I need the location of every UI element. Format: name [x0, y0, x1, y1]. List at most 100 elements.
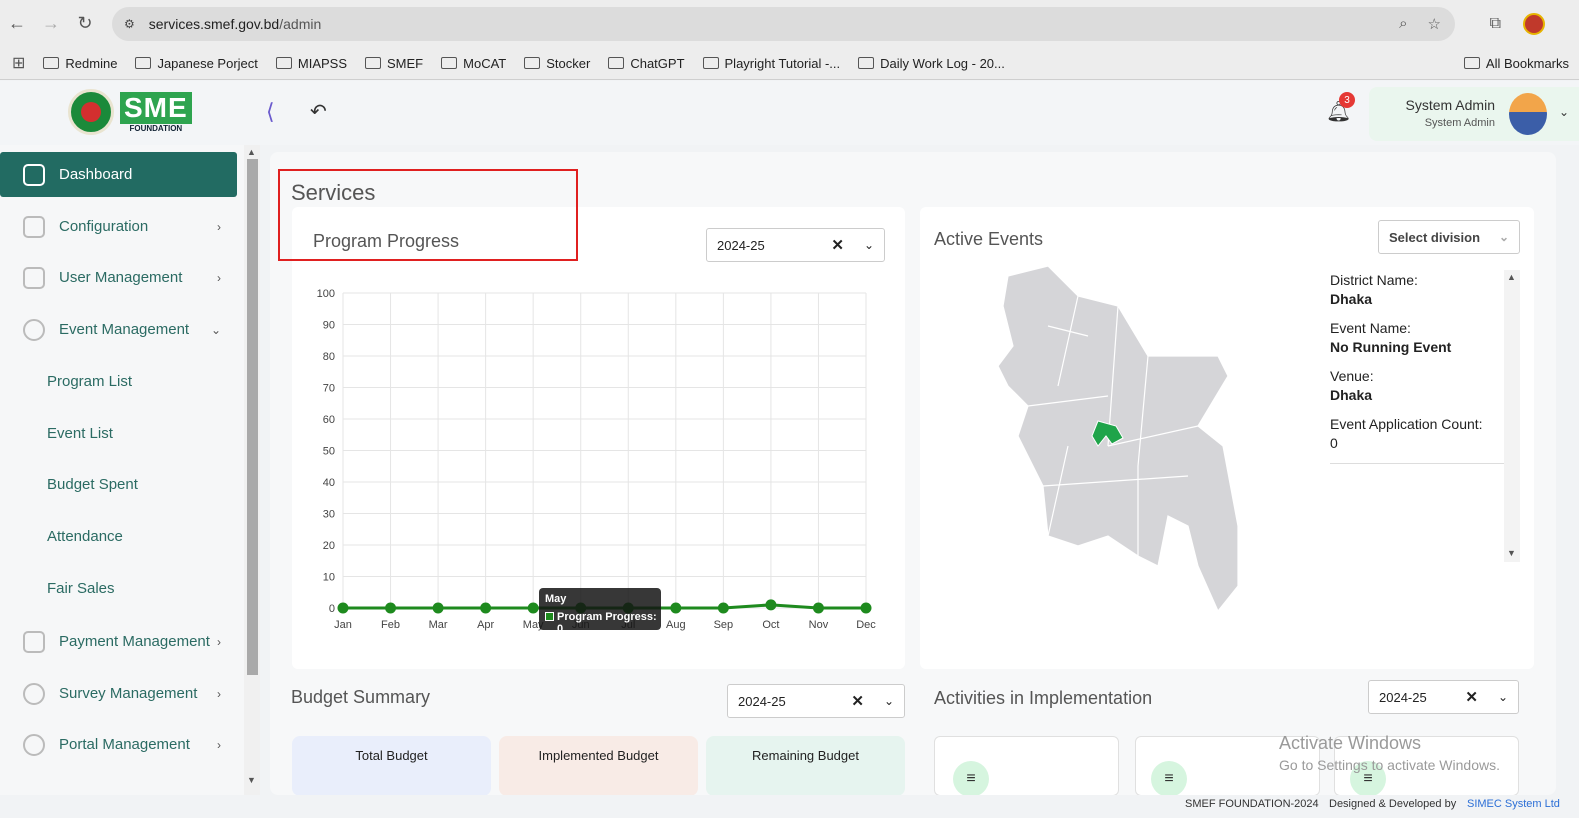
x-tick-label: Jan: [334, 619, 352, 631]
implemented-budget-card: Implemented Budget: [499, 736, 698, 796]
y-tick-label: 10: [323, 572, 335, 584]
scroll-up-icon[interactable]: ▲: [247, 147, 256, 157]
data-point: [385, 602, 397, 614]
chevron-down-icon[interactable]: ⌄: [1498, 690, 1508, 704]
clear-icon[interactable]: ✕: [831, 236, 844, 254]
footer-copyright: SMEF FOUNDATION-2024: [1185, 798, 1319, 810]
windows-watermark-text: Go to Settings to activate Windows.: [1279, 757, 1500, 773]
sidebar-subitem-event-list[interactable]: Event List: [47, 425, 113, 442]
footer-designed-by: Designed & Developed by: [1329, 798, 1457, 810]
sidebar-scrollbar[interactable]: ▲ ▼: [244, 145, 260, 795]
chevron-down-icon[interactable]: ⌄: [1499, 230, 1509, 244]
govt-seal-icon: [68, 89, 114, 135]
scroll-down-icon[interactable]: ▼: [247, 775, 256, 785]
footer-company-link[interactable]: SIMEC System Ltd: [1467, 798, 1560, 810]
sidebar-item-user-management[interactable]: User Management ›: [0, 255, 237, 300]
sidebar-item-portal-management[interactable]: Portal Management ›: [0, 722, 237, 767]
y-tick-label: 30: [323, 509, 335, 521]
all-bookmarks[interactable]: All Bookmarks: [1463, 56, 1569, 71]
x-tick-label: Apr: [477, 619, 494, 631]
venue-label: Venue:: [1330, 368, 1374, 384]
bookmark-item[interactable]: Redmine: [43, 56, 117, 71]
undo-icon[interactable]: ↶: [310, 99, 327, 124]
list-icon: ≡: [953, 761, 989, 797]
chevron-right-icon: ›: [217, 270, 221, 285]
budget-summary-title: Budget Summary: [291, 687, 431, 707]
remaining-budget-card: Remaining Budget: [706, 736, 905, 796]
data-point: [860, 602, 872, 614]
sidebar-item-survey-management[interactable]: Survey Management ›: [0, 671, 237, 716]
venue-value: Dhaka: [1330, 387, 1373, 403]
back-arrow-icon[interactable]: ←: [0, 7, 34, 41]
apps-grid-icon[interactable]: ⊞: [12, 53, 25, 73]
chevron-right-icon: ›: [217, 737, 221, 752]
chevron-down-icon[interactable]: ⌄: [864, 238, 874, 252]
bookmark-item[interactable]: Playright Tutorial -...: [702, 56, 840, 71]
data-point: [337, 602, 349, 614]
address-bar[interactable]: ⚙ services.smef.gov.bd/admin ⌕ ☆: [112, 7, 1455, 41]
program-year-select[interactable]: 2024-25 ✕ ⌄: [706, 228, 885, 262]
zoom-icon[interactable]: ⌕: [1399, 15, 1407, 33]
logo[interactable]: SME FOUNDATION: [68, 89, 192, 135]
data-point: [765, 599, 777, 611]
active-events-title: Active Events: [934, 229, 1044, 249]
logo-text: SME: [120, 91, 192, 124]
sidebar: Dashboard Configuration › User Management…: [0, 145, 244, 795]
payment-icon: [23, 630, 45, 653]
activity-card: ≡: [934, 736, 1119, 797]
clear-icon[interactable]: ✕: [1465, 688, 1478, 706]
bookmark-star-icon[interactable]: ☆: [1428, 15, 1441, 33]
sidebar-item-dashboard[interactable]: Dashboard: [0, 152, 237, 197]
bangladesh-map[interactable]: [988, 266, 1248, 616]
data-point: [812, 602, 824, 614]
district-value: Dhaka: [1330, 291, 1373, 307]
app-header: SME FOUNDATION ⟨ ↶ 🔔︎ 3 System Admin Sys…: [0, 81, 1579, 145]
scroll-down-icon[interactable]: ▼: [1507, 548, 1516, 558]
chevron-down-icon: ⌄: [1558, 105, 1569, 119]
sidebar-subitem-fair-sales[interactable]: Fair Sales: [47, 580, 115, 597]
reload-icon[interactable]: ↻: [68, 7, 102, 41]
bookmark-item[interactable]: Stocker: [524, 56, 590, 71]
event-value: No Running Event: [1330, 339, 1452, 355]
sidebar-subitem-attendance[interactable]: Attendance: [47, 528, 123, 545]
y-tick-label: 20: [323, 540, 335, 552]
bookmark-item[interactable]: MIAPSS: [275, 56, 347, 71]
bookmark-item[interactable]: MoCAT: [441, 56, 506, 71]
bookmark-item[interactable]: Japanese Porject: [135, 56, 258, 71]
division-select[interactable]: Select division ⌄: [1378, 220, 1520, 254]
bookmarks-bar: ⊞ Redmine Japanese Porject MIAPSS SMEF MoCAT…: [0, 47, 1579, 80]
chevron-down-icon[interactable]: ⌄: [884, 694, 894, 708]
bookmark-item[interactable]: SMEF: [365, 56, 423, 71]
profile-avatar[interactable]: [1523, 12, 1545, 35]
sidebar-item-payment-management[interactable]: Payment Management ›: [0, 619, 237, 664]
sidebar-item-configuration[interactable]: Configuration ›: [0, 204, 237, 249]
activities-year-select[interactable]: 2024-25 ✕ ⌄: [1368, 680, 1519, 714]
sidebar-subitem-program-list[interactable]: Program List: [47, 373, 132, 390]
bookmark-item[interactable]: ChatGPT: [608, 56, 685, 71]
user-role: System Admin: [1424, 117, 1495, 129]
scroll-up-icon[interactable]: ▲: [1507, 272, 1516, 282]
x-tick-label: Aug: [666, 619, 686, 631]
folder-icon: [608, 57, 625, 69]
bookmark-item[interactable]: Daily Work Log - 20...: [858, 56, 1005, 71]
user-menu[interactable]: System Admin System Admin ⌄: [1369, 87, 1579, 141]
collapse-sidebar-icon[interactable]: ⟨: [266, 99, 275, 125]
forward-arrow-icon[interactable]: →: [34, 7, 68, 41]
user-shield-icon: [23, 266, 45, 289]
scrollbar-thumb[interactable]: [247, 159, 258, 675]
info-scrollbar[interactable]: ▲ ▼: [1504, 270, 1520, 562]
program-progress-chart: 0102030405060708090100JanFebMarAprMayJun…: [317, 288, 877, 631]
extensions-icon[interactable]: ⧉: [1490, 15, 1501, 33]
url-text: services.smef.gov.bd/admin: [148, 16, 322, 32]
clear-icon[interactable]: ✕: [851, 692, 864, 710]
survey-icon: [23, 682, 45, 705]
budget-year-select[interactable]: 2024-25 ✕ ⌄: [727, 684, 905, 718]
folder-icon: [524, 57, 541, 69]
x-tick-label: Sep: [714, 619, 734, 631]
site-info-icon[interactable]: ⚙: [124, 17, 135, 31]
data-point: [670, 602, 682, 614]
sidebar-item-event-management[interactable]: Event Management ⌄: [0, 307, 237, 352]
data-point: [480, 602, 492, 614]
list-icon: ≡: [1151, 761, 1187, 797]
sidebar-subitem-budget-spent[interactable]: Budget Spent: [47, 476, 138, 493]
